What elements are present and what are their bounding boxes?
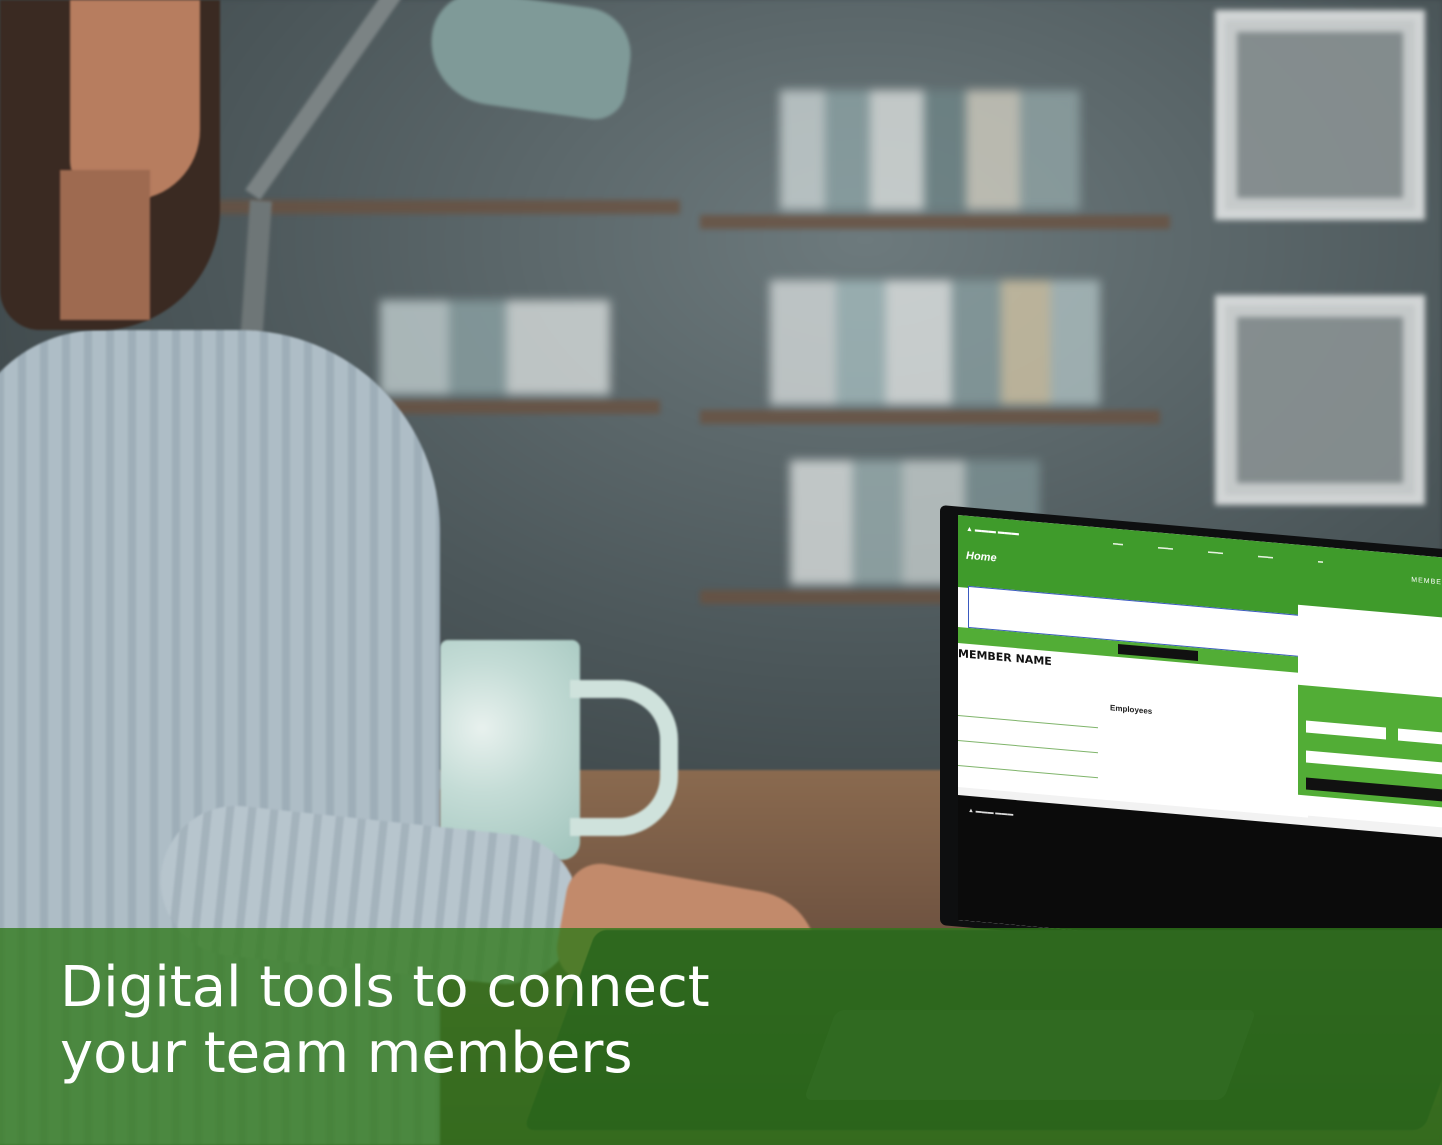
ui-nav-item: ▬▬▬ [1258,553,1273,561]
headline: Digital tools to connect your team membe… [60,955,960,1087]
wall-frame [1215,295,1425,505]
shelf [700,410,1160,424]
ui-nav-item: ▬▬▬ [1158,544,1173,552]
neck [60,170,150,320]
books [770,280,1100,405]
headline-line-2: your team members [60,1021,633,1086]
laptop-screen-ui: ▲ ▬▬▬ ▬▬▬ Home ▬▬ ▬▬▬ ▬▬▬ ▬▬▬ ▬ MEMBER M… [958,515,1442,964]
ui-nav-item: ▬ [1318,558,1323,565]
shelf [700,215,1170,229]
books [780,90,1080,210]
mug-handle [570,680,678,836]
headline-line-1: Digital tools to connect [60,955,710,1020]
wall-frame [1215,10,1425,220]
ui-page-title: Home [966,549,997,565]
ui-nav-item: ▬▬ [1113,540,1123,548]
ui-nav-item: ▬▬▬ [1208,548,1223,557]
